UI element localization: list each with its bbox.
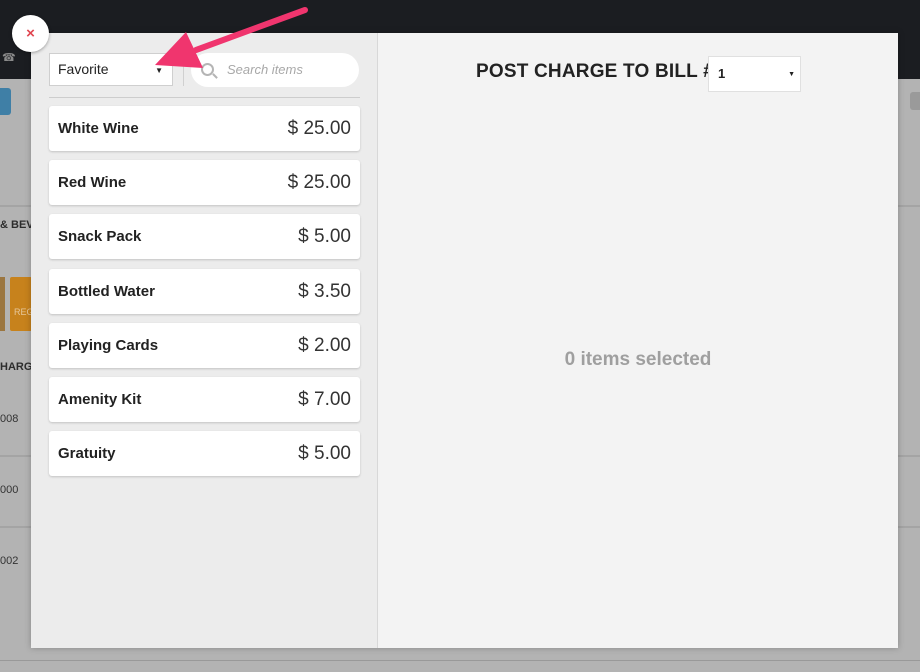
item-bottled-water[interactable]: Bottled Water $ 3.50 bbox=[49, 269, 360, 314]
list-divider bbox=[49, 97, 360, 98]
item-picker-panel: Favorite ▼ Search items White Wine $ 25.… bbox=[31, 33, 378, 648]
background-row-number: 002 bbox=[0, 555, 19, 567]
empty-selection-message: 0 items selected bbox=[564, 349, 712, 370]
item-white-wine[interactable]: White Wine $ 25.00 bbox=[49, 106, 360, 151]
background-menu-button bbox=[0, 88, 11, 115]
bill-number-dropdown[interactable]: 1 ▼ bbox=[708, 56, 801, 92]
background-divider bbox=[0, 660, 920, 661]
search-placeholder: Search items bbox=[227, 62, 303, 77]
item-price: $ 25.00 bbox=[287, 172, 351, 193]
item-red-wine[interactable]: Red Wine $ 25.00 bbox=[49, 160, 360, 205]
background-register-tile: REG bbox=[10, 277, 34, 331]
background-tile bbox=[0, 277, 5, 331]
item-price: $ 5.00 bbox=[298, 443, 351, 464]
item-snack-pack[interactable]: Snack Pack $ 5.00 bbox=[49, 214, 360, 259]
item-name: Amenity Kit bbox=[58, 391, 142, 408]
item-price: $ 5.00 bbox=[298, 226, 351, 247]
item-playing-cards[interactable]: Playing Cards $ 2.00 bbox=[49, 323, 360, 368]
search-input[interactable]: Search items bbox=[191, 53, 359, 87]
item-price: $ 3.50 bbox=[298, 281, 351, 302]
toolbar-divider bbox=[183, 53, 184, 86]
item-name: Bottled Water bbox=[58, 283, 155, 300]
background-row-number: 000 bbox=[0, 484, 19, 496]
item-name: Playing Cards bbox=[58, 337, 159, 354]
category-dropdown[interactable]: Favorite ▼ bbox=[49, 53, 173, 86]
close-icon: × bbox=[26, 25, 35, 42]
item-name: Gratuity bbox=[58, 445, 116, 462]
background-row-number: 008 bbox=[0, 413, 19, 425]
item-price: $ 2.00 bbox=[298, 335, 351, 356]
item-price: $ 25.00 bbox=[287, 118, 351, 139]
category-value: Favorite bbox=[58, 61, 109, 77]
chevron-down-icon: ▼ bbox=[155, 66, 163, 75]
post-charge-modal: Favorite ▼ Search items White Wine $ 25.… bbox=[31, 33, 898, 648]
background-side-button bbox=[910, 92, 920, 110]
item-name: Red Wine bbox=[58, 174, 127, 191]
item-amenity-kit[interactable]: Amenity Kit $ 7.00 bbox=[49, 377, 360, 422]
search-icon bbox=[201, 63, 214, 76]
chevron-down-icon: ▼ bbox=[788, 71, 795, 78]
item-gratuity[interactable]: Gratuity $ 5.00 bbox=[49, 431, 360, 476]
selected-items-panel: POST CHARGE TO BILL # 1 ▼ 0 items select… bbox=[378, 33, 898, 648]
phone-icon: ☎ bbox=[2, 52, 16, 64]
item-name: White Wine bbox=[58, 120, 139, 137]
item-price: $ 7.00 bbox=[298, 389, 351, 410]
item-name: Snack Pack bbox=[58, 228, 142, 245]
bill-number-value: 1 bbox=[718, 66, 726, 81]
post-charge-label: POST CHARGE TO BILL # bbox=[476, 61, 714, 82]
close-button[interactable]: × bbox=[12, 15, 49, 52]
